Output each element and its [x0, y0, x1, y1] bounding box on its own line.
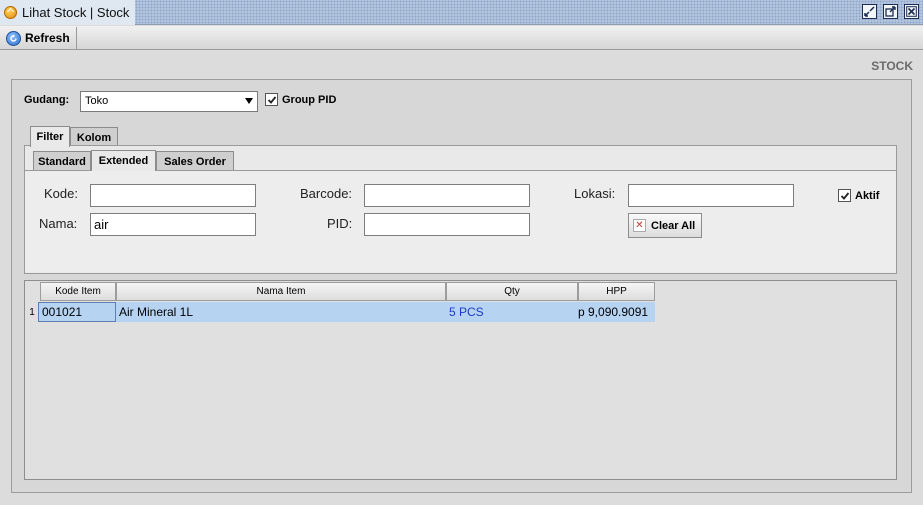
nama-label: Nama: — [39, 216, 78, 231]
group-pid-checkbox[interactable]: Group PID — [265, 93, 336, 106]
clear-icon: ✕ — [633, 219, 646, 232]
refresh-button[interactable]: Refresh — [2, 27, 77, 49]
kode-input[interactable] — [90, 184, 256, 207]
gudang-label: Gudang: — [24, 94, 70, 106]
barcode-input[interactable] — [364, 184, 530, 207]
close-icon — [906, 6, 917, 17]
kode-label: Kode: — [44, 186, 78, 201]
lokasi-label: Lokasi: — [574, 186, 616, 201]
row-number: 1 — [29, 306, 35, 318]
gudang-selected-value: Toko — [85, 95, 109, 107]
column-header-nama-item[interactable]: Nama Item — [116, 282, 446, 301]
tab-standard-label: Standard — [38, 155, 86, 168]
group-pid-label: Group PID — [282, 93, 337, 106]
section-title: STOCK — [871, 59, 913, 73]
lokasi-input[interactable] — [628, 184, 794, 207]
pid-label: PID: — [327, 216, 353, 231]
refresh-label: Refresh — [25, 31, 70, 45]
nama-input[interactable]: air — [90, 213, 256, 236]
column-header-qty[interactable]: Qty — [446, 282, 578, 301]
clear-all-button[interactable]: ✕ Clear All — [628, 213, 702, 238]
tab-kolom-label: Kolom — [76, 131, 112, 144]
cell-hpp[interactable]: p 9,090.9091 — [578, 302, 655, 322]
cell-kode-item[interactable]: 001021 — [38, 302, 116, 322]
tab-sales-order[interactable]: Sales Order — [156, 151, 234, 171]
window-title: Lihat Stock | Stock — [22, 5, 130, 20]
checkbox-checked-icon — [838, 189, 851, 202]
checkbox-checked-icon — [265, 93, 278, 106]
gudang-select[interactable]: Toko — [80, 91, 258, 112]
toolbar: Refresh — [0, 26, 923, 50]
cell-nama-item[interactable]: Air Mineral 1L — [116, 302, 446, 322]
tab-standard[interactable]: Standard — [33, 151, 91, 171]
minimize-button[interactable] — [862, 4, 877, 19]
maximize-button[interactable] — [883, 4, 898, 19]
column-header-kode-item[interactable]: Kode Item — [40, 282, 116, 301]
clear-all-label: Clear All — [651, 219, 696, 232]
chevron-down-icon — [245, 98, 253, 104]
app-icon — [4, 6, 17, 19]
window-controls — [862, 4, 919, 19]
tab-sales-order-label: Sales Order — [164, 155, 226, 168]
pid-input[interactable] — [364, 213, 530, 236]
aktif-checkbox[interactable]: Aktif — [838, 189, 879, 202]
minimize-icon — [864, 6, 875, 17]
maximize-icon — [885, 6, 896, 17]
tab-filter[interactable]: Filter — [30, 126, 70, 147]
column-header-hpp[interactable]: HPP — [578, 282, 655, 301]
cell-qty[interactable]: 5 PCS — [446, 302, 578, 322]
tab-kolom[interactable]: Kolom — [70, 127, 118, 147]
aktif-label: Aktif — [855, 189, 880, 202]
title-area: Lihat Stock | Stock — [0, 0, 136, 25]
tab-extended-label: Extended — [98, 155, 149, 167]
tab-filter-label: Filter — [36, 131, 64, 143]
barcode-label: Barcode: — [300, 186, 353, 201]
title-bar: Lihat Stock | Stock — [0, 0, 923, 25]
tab-extended[interactable]: Extended — [91, 150, 156, 171]
close-button[interactable] — [904, 4, 919, 19]
refresh-icon — [6, 30, 21, 46]
